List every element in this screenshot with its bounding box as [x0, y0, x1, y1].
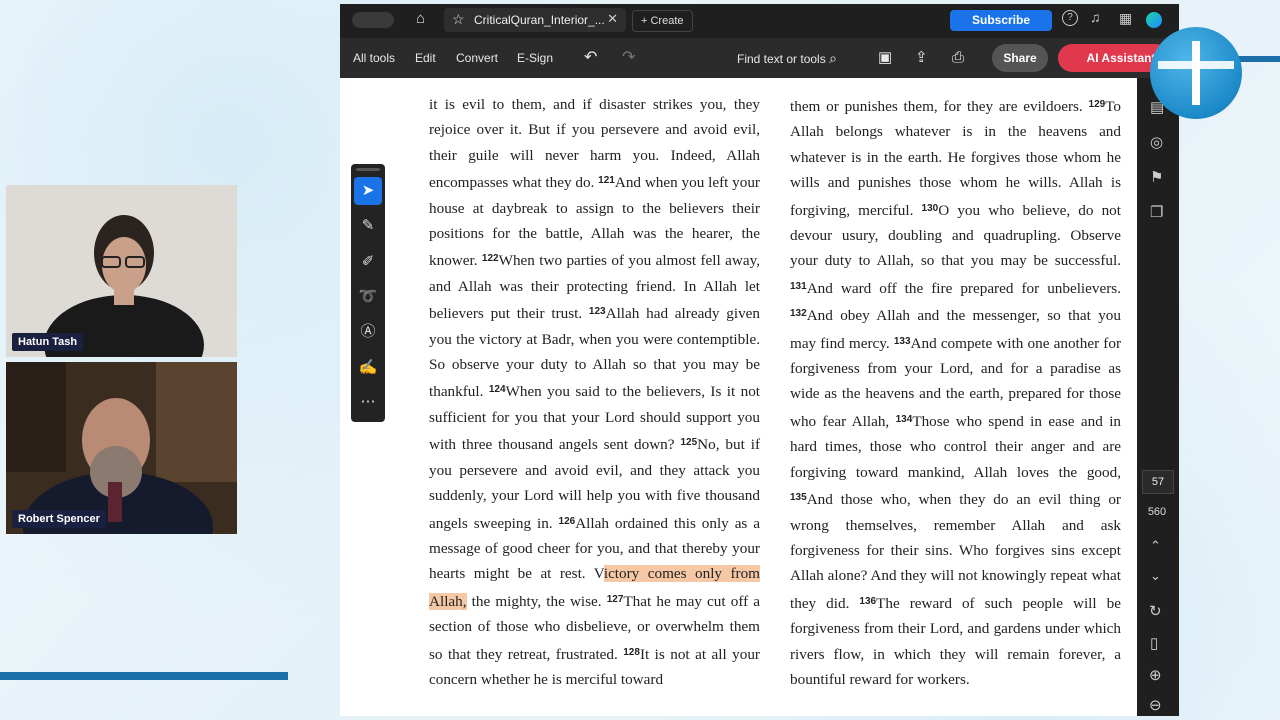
verse-number: 127: [606, 593, 624, 605]
home-icon[interactable]: ⌂: [416, 10, 425, 27]
apps-icon[interactable]: ▦: [1119, 10, 1132, 27]
page-total: 560: [1147, 506, 1167, 518]
tab-title: CriticalQuran_Interior_...: [474, 13, 605, 27]
verse-text: them or punishes them, for they are evil…: [790, 98, 1083, 115]
close-icon[interactable]: ✕: [607, 11, 618, 27]
text-select-icon[interactable]: Ⓐ: [354, 318, 382, 346]
quick-tools-panel: ➤ ✎ ✐ ➰ Ⓐ ✍ ⋯: [351, 164, 385, 422]
refresh-icon[interactable]: ↻: [1149, 602, 1162, 620]
search-icon: ⌕: [829, 50, 837, 66]
paragraph: it is evil to them, and if disaster stri…: [429, 92, 760, 692]
verse-number: 124: [488, 384, 506, 396]
all-tools-button[interactable]: All tools: [353, 38, 395, 78]
find-label: Find text or tools: [737, 52, 826, 66]
print-icon[interactable]: ⎙: [952, 38, 964, 78]
pen-icon[interactable]: ✐: [354, 248, 382, 276]
left-column: it is evil to them, and if disaster stri…: [429, 92, 760, 692]
verse-text: the mighty, the wise.: [466, 592, 602, 610]
participant-name: Hatun Tash: [12, 333, 84, 351]
main-toolbar: All tools Edit Convert E-Sign ↶ ↷ Find t…: [340, 38, 1179, 78]
star-icon[interactable]: ☆: [452, 11, 465, 28]
verse-number: 125: [680, 437, 698, 449]
upload-icon[interactable]: ⇪: [915, 38, 928, 78]
logo-mark: [1158, 41, 1234, 105]
participant-video: [6, 185, 237, 357]
bell-icon[interactable]: ♫: [1090, 9, 1101, 25]
create-label: Create: [650, 15, 684, 27]
pdf-viewer-window: ⌂ ☆ CriticalQuran_Interior_... ✕ + Creat…: [340, 4, 1179, 716]
esign-button[interactable]: E-Sign: [517, 38, 553, 78]
convert-button[interactable]: Convert: [456, 38, 498, 78]
ai-assistant-label: AI Assistant: [1086, 51, 1156, 65]
verse-number: 129: [1088, 99, 1106, 110]
edit-button[interactable]: Edit: [415, 38, 436, 78]
verse-number: 133: [893, 335, 911, 347]
verse-text: To Allah belongs whatever is in the heav…: [790, 98, 1122, 219]
verse-number: 130: [921, 202, 939, 214]
participant-video: [6, 362, 237, 534]
save-icon[interactable]: ▣: [878, 38, 892, 78]
verse-number: 135: [790, 492, 807, 504]
verse-number: 122: [481, 253, 499, 265]
document-tab[interactable]: ☆ CriticalQuran_Interior_... ✕: [444, 8, 626, 32]
avatar[interactable]: [1146, 12, 1162, 28]
undo-icon[interactable]: ↶: [584, 38, 597, 78]
help-icon[interactable]: ?: [1062, 10, 1078, 26]
decorative-stripe: [0, 672, 288, 680]
select-icon[interactable]: ➤: [354, 177, 382, 205]
right-rail: ▤ ◎ ⚑ ❐ 57 560 ⌃ ⌄ ↻ ▯ ⊕ ⊖: [1137, 78, 1179, 716]
right-column: them or punishes them, for they are evil…: [790, 92, 1121, 692]
create-button[interactable]: + Create: [632, 10, 693, 32]
find-button[interactable]: Find text or tools ⌕: [737, 38, 837, 78]
title-bar: ⌂ ☆ CriticalQuran_Interior_... ✕ + Creat…: [340, 4, 1179, 36]
comment-icon[interactable]: ✎: [354, 212, 382, 240]
share-button[interactable]: Share: [992, 44, 1048, 72]
redo-icon[interactable]: ↷: [622, 38, 635, 78]
verse-number: 131: [790, 280, 807, 292]
verse-number: 132: [790, 308, 807, 320]
stamp-icon[interactable]: ✍: [354, 354, 382, 382]
bookmark-icon[interactable]: ⚑: [1150, 168, 1163, 186]
page-icon[interactable]: ▯: [1150, 634, 1158, 652]
chevron-down-icon[interactable]: ⌄: [1150, 568, 1161, 584]
pages-icon[interactable]: ❐: [1150, 203, 1163, 221]
channel-logo: [1150, 27, 1242, 119]
video-feed-hatun-tash: Hatun Tash: [6, 185, 237, 357]
verse-number: 134: [895, 413, 913, 425]
document-page[interactable]: ➤ ✎ ✐ ➰ Ⓐ ✍ ⋯ it is evil to them, and if…: [340, 78, 1137, 716]
paragraph: them or punishes them, for they are evil…: [790, 92, 1121, 692]
more-icon[interactable]: ⋯: [354, 388, 382, 416]
zoom-out-icon[interactable]: ⊖: [1149, 696, 1162, 714]
comment-icon[interactable]: ◎: [1150, 133, 1163, 151]
verse-number: 123: [588, 306, 606, 318]
zoom-in-icon[interactable]: ⊕: [1149, 666, 1162, 684]
panel-handle[interactable]: [356, 168, 380, 171]
verse-number: 136: [859, 595, 877, 607]
window-switch[interactable]: [352, 12, 394, 28]
verse-number: 128: [623, 646, 640, 658]
verse-text: And ward off the fire prepared for unbel…: [806, 279, 1121, 297]
page-number-input[interactable]: 57: [1142, 470, 1174, 494]
participant-name: Robert Spencer: [12, 510, 106, 528]
chevron-up-icon[interactable]: ⌃: [1150, 538, 1161, 554]
verse-number: 121: [598, 175, 615, 187]
verse-number: 126: [558, 515, 576, 527]
verse-text: And those who, when they do an evil thin…: [790, 491, 1121, 612]
video-feed-robert-spencer: Robert Spencer: [6, 362, 237, 534]
lasso-icon[interactable]: ➰: [354, 283, 382, 311]
subscribe-button[interactable]: Subscribe: [950, 10, 1052, 31]
